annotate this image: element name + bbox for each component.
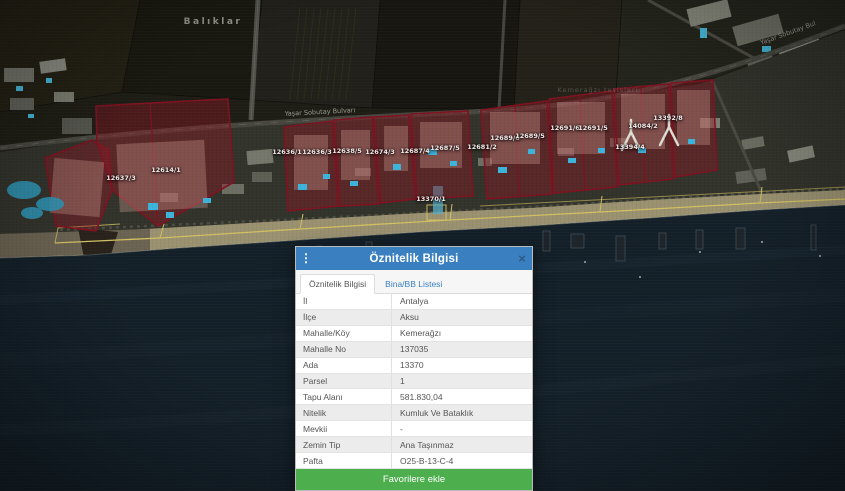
row-label: İlçe xyxy=(296,310,392,325)
row-label: Tapu Alanı xyxy=(296,389,392,404)
kebab-menu-icon[interactable]: ⋮ xyxy=(296,247,316,270)
table-row: İlAntalya xyxy=(296,294,532,310)
row-label: Zemin Tip xyxy=(296,437,392,452)
row-label: Mevkii xyxy=(296,421,392,436)
table-row: Tapu Alanı581.830,04 xyxy=(296,389,532,405)
tab-bar: Öznitelik BilgisiBina/BB Listesi xyxy=(296,270,532,294)
table-row: Mevkii- xyxy=(296,421,532,437)
row-value: Ana Taşınmaz xyxy=(392,437,532,452)
attribute-table: İlAntalyaİlçeAksuMahalle/KöyKemerağzıMah… xyxy=(296,294,532,469)
row-label: İl xyxy=(296,294,392,309)
dialog-header: ⋮ Öznitelik Bilgisi × xyxy=(296,247,532,270)
row-value: Kemerağzı xyxy=(392,326,532,341)
row-value: 581.830,04 xyxy=(392,389,532,404)
add-to-favorites-button[interactable]: Favorilere ekle xyxy=(296,469,532,490)
row-value: 13370 xyxy=(392,358,532,373)
tab-1[interactable]: Bina/BB Listesi xyxy=(377,275,450,293)
row-label: Nitelik xyxy=(296,405,392,420)
row-value: Kumluk Ve Bataklık xyxy=(392,405,532,420)
map-viewport: BalıklarKemerağzı tesisleriYaşar Sobutay… xyxy=(0,0,845,491)
attribute-dialog: ⋮ Öznitelik Bilgisi × Öznitelik BilgisiB… xyxy=(295,246,533,491)
row-value: 137035 xyxy=(392,342,532,357)
row-value: Antalya xyxy=(392,294,532,309)
dialog-title: Öznitelik Bilgisi xyxy=(316,253,512,265)
table-row: Parsel1 xyxy=(296,374,532,390)
table-row: NitelikKumluk Ve Bataklık xyxy=(296,405,532,421)
tab-0[interactable]: Öznitelik Bilgisi xyxy=(300,274,375,294)
row-label: Mahalle No xyxy=(296,342,392,357)
row-label: Mahalle/Köy xyxy=(296,326,392,341)
row-value: - xyxy=(392,421,532,436)
table-row: Mahalle/KöyKemerağzı xyxy=(296,326,532,342)
row-label: Ada xyxy=(296,358,392,373)
table-row: Mahalle No137035 xyxy=(296,342,532,358)
table-row: Zemin TipAna Taşınmaz xyxy=(296,437,532,453)
close-icon[interactable]: × xyxy=(512,247,532,270)
row-value: 1 xyxy=(392,374,532,389)
row-label: Pafta xyxy=(296,453,392,468)
row-value: Aksu xyxy=(392,310,532,325)
table-row: İlçeAksu xyxy=(296,310,532,326)
row-value: O25-B-13-C-4 xyxy=(392,453,532,468)
table-row: PaftaO25-B-13-C-4 xyxy=(296,453,532,469)
table-row: Ada13370 xyxy=(296,358,532,374)
row-label: Parsel xyxy=(296,374,392,389)
